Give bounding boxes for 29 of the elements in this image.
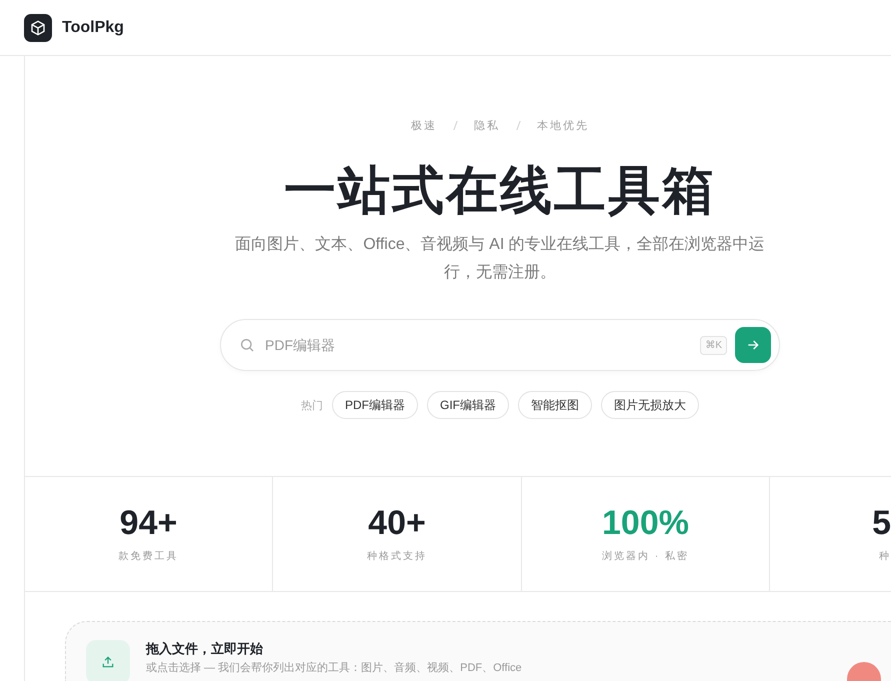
stat-value: 100% [602, 504, 689, 544]
hot-search-chip[interactable]: 图片无损放大 [601, 391, 699, 419]
brand-name[interactable]: ToolPkg [62, 18, 124, 36]
hot-search-chip[interactable]: 智能抠图 [518, 391, 592, 419]
hot-label: 热门 [301, 398, 323, 412]
stat-label: 浏览器内 · 私密 [602, 550, 689, 564]
drop-zone-title: 拖入文件，立即开始 [146, 640, 264, 658]
page-title: 一站式在线工具箱 [284, 161, 716, 221]
stat-label: 种 [879, 550, 891, 564]
stat-value: 94+ [120, 504, 178, 544]
hot-search-chip[interactable]: GIF编辑器 [427, 391, 509, 419]
drop-zone-hint: 或点击选择 — 我们会帮你列出对应的工具：图片、音频、视频、PDF、Office [146, 660, 522, 675]
feature-tag: 隐私 [474, 118, 500, 133]
feature-tag: 本地优先 [537, 118, 589, 133]
hot-search-chip[interactable]: PDF编辑器 [332, 391, 418, 419]
feature-tag: 极速 [411, 118, 437, 133]
stat-value: 5 [872, 504, 891, 544]
search-icon [239, 337, 255, 353]
upload-icon [86, 640, 130, 681]
decorative-shape [847, 662, 881, 681]
search-input[interactable]: PDF编辑器 [263, 336, 692, 354]
stat-label: 种格式支持 [367, 550, 427, 564]
file-drop-zone[interactable]: 拖入文件，立即开始 或点击选择 — 我们会帮你列出对应的工具：图片、音频、视频、PDF、Office [65, 621, 891, 681]
search-submit-button[interactable] [735, 327, 771, 363]
stat-value: 40+ [368, 504, 426, 544]
page-subtitle: 面向图片、文本、Office、音视频与 AI 的专业在线工具，全部在浏览器中运行，无需注册。 [234, 234, 766, 283]
shortcut-hint: ⌘K [700, 336, 727, 354]
stat-label: 款免费工具 [118, 550, 178, 564]
logo-icon [24, 14, 52, 42]
